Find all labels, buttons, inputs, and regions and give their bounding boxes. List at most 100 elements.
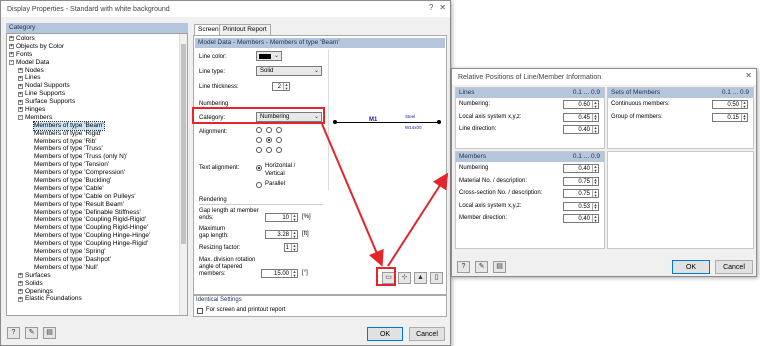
value-input[interactable]: 0.50 ▲ ▼ (712, 100, 748, 109)
dialog-help-button[interactable]: ? (457, 261, 470, 273)
spin-icon[interactable]: ▲ ▼ (592, 177, 598, 185)
tree-item[interactable]: + Colors (9, 35, 187, 43)
tree-item[interactable]: + Surface Supports (9, 98, 187, 106)
tree-item[interactable]: Members of type 'Cable' (9, 185, 187, 193)
category-tree[interactable]: + Colors + Objects by Color + Fonts - Model Dat… (6, 33, 188, 316)
expand-icon[interactable]: + (9, 36, 14, 42)
tree-item[interactable]: Members of type 'Tension' (9, 161, 187, 169)
spin-icon[interactable]: ▲ ▼ (592, 165, 598, 172)
value-input[interactable]: 0.53 ▲ ▼ (563, 201, 599, 211)
expand-icon[interactable]: + (18, 273, 23, 279)
tree-item[interactable]: Members of type 'Rib' (9, 138, 187, 146)
tree-item[interactable]: + Fonts (9, 51, 187, 59)
tree-item[interactable]: + Nodes (9, 67, 187, 75)
edit-button[interactable]: ✎ (25, 327, 38, 339)
value-input[interactable]: 0.15 ▲ ▼ (712, 112, 748, 122)
spin-icon[interactable]: ▲ ▼ (592, 101, 598, 108)
tree-item[interactable]: + Openings (9, 288, 187, 296)
tree-item[interactable]: + Nodal Supports (9, 82, 187, 90)
identical-checkbox[interactable] (197, 308, 203, 314)
gap-length-input[interactable]: 10 ▲ ▼ (265, 213, 298, 222)
tree-item[interactable]: Members of type 'Cable on Pulleys' (9, 193, 187, 201)
resizing-input[interactable]: 1 ▲ ▼ (284, 243, 298, 252)
preview-member-label: M1 (369, 117, 378, 123)
tree-item[interactable]: Members of type 'Compression' (9, 169, 187, 177)
tree-item[interactable]: + Surfaces (9, 272, 187, 280)
horizontal-vertical-radio[interactable] (256, 165, 262, 171)
tree-item[interactable]: Members of type 'Buckling' (9, 177, 187, 185)
tree-item[interactable]: Members of type 'Coupling Hinge-Hinge' (9, 232, 187, 240)
tree-item[interactable]: Members of type 'Rigid' (9, 130, 187, 138)
value-input[interactable]: 0.75 ▲ ▼ (563, 176, 599, 186)
parallel-radio[interactable] (256, 182, 262, 188)
expand-icon[interactable]: + (18, 288, 23, 294)
tree-item[interactable]: Members of type 'Result Beam' (9, 201, 187, 209)
tree-item[interactable]: + Line Supports (9, 90, 187, 98)
expand-icon[interactable]: + (18, 83, 23, 89)
expand-icon[interactable]: + (18, 68, 23, 73)
expand-icon[interactable]: - (9, 60, 14, 66)
spin-icon[interactable]: ▲ ▼ (592, 126, 598, 133)
tree-item[interactable]: + Objects by Color (9, 43, 187, 51)
tree-item[interactable]: - Members (9, 114, 187, 122)
line-thickness-input[interactable]: 2 ▲ ▼ (272, 82, 290, 91)
tree-item[interactable]: Members of type 'Null' (9, 264, 187, 272)
value-input[interactable]: 0.40 ▲ ▼ (563, 125, 599, 134)
rotation-input[interactable]: 15.00 ▲ ▼ (261, 269, 298, 278)
tree-item[interactable]: Members of type 'Beam' (9, 120, 187, 131)
value-input[interactable]: 0.40 ▲ ▼ (563, 164, 599, 173)
spin-icon[interactable]: ▲ ▼ (592, 190, 598, 197)
expand-icon[interactable]: + (18, 99, 23, 105)
spin-icon[interactable]: ▲ ▼ (592, 113, 598, 121)
expand-icon[interactable]: + (9, 52, 14, 58)
dialog-cancel-button[interactable]: Cancel (715, 260, 753, 274)
tree-item[interactable]: Members of type 'Definable Stiffness' (9, 209, 187, 217)
line-color-select[interactable]: ⌄ (256, 51, 282, 61)
tree-item[interactable]: Members of type 'Dashpot' (9, 256, 187, 264)
expand-icon[interactable]: + (9, 44, 14, 50)
close-icon[interactable]: ✕ (439, 3, 446, 12)
tree-item[interactable]: Members of type 'Coupling Rigid-Rigid' (9, 216, 187, 224)
tree-item[interactable]: Members of type 'Truss' (9, 145, 187, 153)
tree-item[interactable]: + Lines (9, 74, 187, 82)
tree-item[interactable]: Members of type 'Coupling Rigid-Hinge' (9, 224, 187, 232)
book-icon-button[interactable]: ▯ (430, 272, 443, 284)
ok-button[interactable]: OK (367, 327, 403, 341)
value-input[interactable]: 0.45 ▲ ▼ (563, 112, 599, 122)
help-book-button[interactable]: ? (7, 327, 20, 339)
dialog-ok-button[interactable]: OK (672, 260, 710, 274)
spin-icon[interactable]: ▲ ▼ (592, 215, 598, 222)
dialog-close-icon[interactable]: ✕ (745, 71, 752, 80)
expand-icon[interactable]: + (18, 91, 23, 97)
dialog-edit-button[interactable]: ✎ (475, 261, 488, 273)
expand-icon[interactable]: + (18, 296, 23, 302)
offset-icon-button[interactable]: ⊹ (398, 272, 411, 284)
spin-icon[interactable]: ▲ ▼ (741, 113, 747, 121)
expand-icon[interactable]: + (18, 75, 23, 81)
max-gap-input[interactable]: 3.28 ▲ ▼ (265, 230, 298, 239)
help-icon[interactable]: ? (429, 3, 433, 12)
value-input[interactable]: 0.40 ▲ ▼ (563, 214, 599, 223)
default-button[interactable]: ▤ (43, 327, 56, 339)
dialog-default-button[interactable]: ▤ (493, 261, 506, 273)
value-input[interactable]: 0.75 ▲ ▼ (563, 189, 599, 198)
tree-item[interactable]: + Hinges (9, 106, 187, 114)
tree-item[interactable]: + Elastic Foundations (9, 295, 187, 303)
spin-icon[interactable]: ▲ ▼ (592, 202, 598, 210)
expand-icon[interactable]: + (18, 281, 23, 287)
line-type-select[interactable]: Solid ⌄ (256, 66, 322, 76)
triangle-icon-button[interactable]: ▲ (414, 272, 427, 284)
tree-scrollbar[interactable] (179, 34, 187, 315)
tree-item[interactable]: Members of type 'Spring' (9, 248, 187, 256)
expand-icon[interactable]: - (18, 115, 23, 121)
tree-item[interactable]: + Solids (9, 280, 187, 288)
alignment-radio-grid[interactable] (256, 127, 286, 157)
spin-icon[interactable]: ▲ ▼ (741, 101, 747, 108)
value-input[interactable]: 0.60 ▲ ▼ (563, 100, 599, 109)
tab-printout-report[interactable]: Printout Report (219, 24, 271, 35)
tree-item[interactable]: - Model Data (9, 59, 187, 67)
expand-icon[interactable]: + (18, 107, 23, 113)
cancel-button[interactable]: Cancel (409, 327, 445, 341)
tree-item[interactable]: Members of type 'Truss (only N)' (9, 153, 187, 161)
tree-item[interactable]: Members of type 'Coupling Hinge-Rigid' (9, 240, 187, 248)
